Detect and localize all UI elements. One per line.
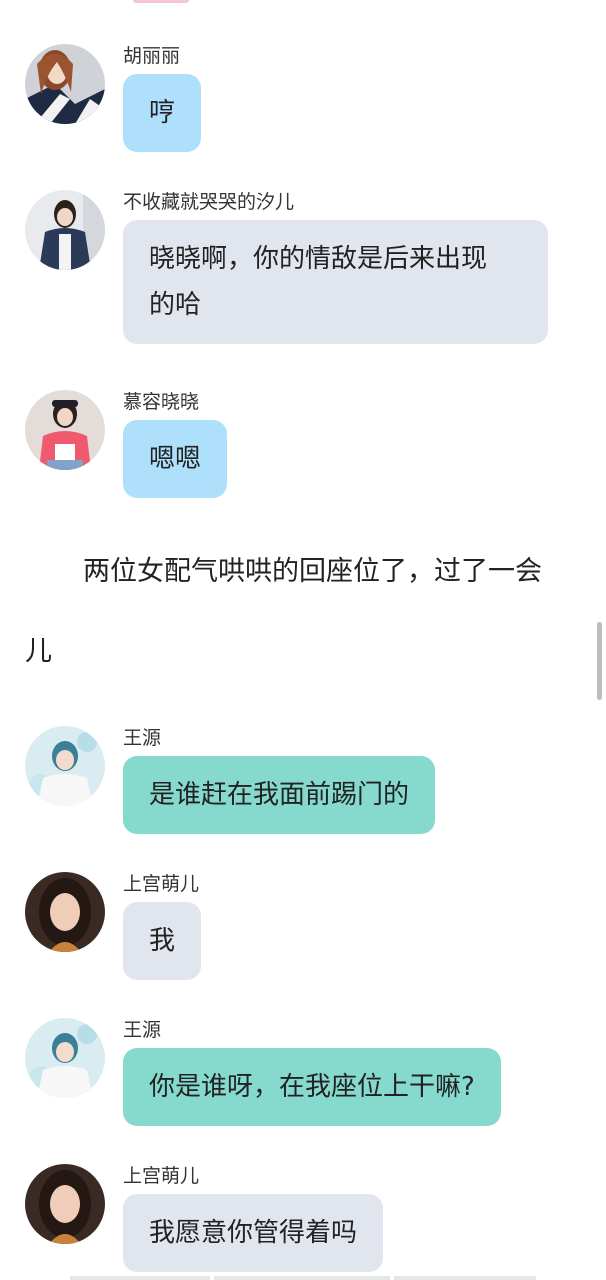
avatar[interactable] <box>25 726 105 806</box>
avatar-boy-icon <box>25 726 105 806</box>
avatar[interactable] <box>25 44 105 124</box>
avatar[interactable] <box>25 872 105 952</box>
message-bubble[interactable]: 你是谁呀，在我座位上干嘛? <box>123 1048 501 1126</box>
sender-name: 王源 <box>123 1019 162 1041</box>
avatar[interactable] <box>25 390 105 470</box>
scrollbar-thumb[interactable] <box>597 622 602 700</box>
avatar[interactable] <box>25 190 105 270</box>
avatar[interactable] <box>25 1164 105 1244</box>
bottom-toolbar-segment <box>70 1276 210 1280</box>
message-text: 是谁赶在我面前踢门的 <box>149 780 410 810</box>
avatar-girl-icon <box>25 1164 105 1244</box>
message-bubble[interactable]: 晓晓啊，你的情敌是后来出现 的哈 <box>123 220 548 344</box>
message-bubble[interactable]: 我愿意你管得着吗 <box>123 1194 384 1272</box>
previous-message-edge <box>133 0 189 3</box>
message-text: 我愿意你管得着吗 <box>149 1218 358 1248</box>
avatar-girl-icon <box>25 190 105 270</box>
narration-line: 两位女配气哄哄的回座位了，过了一会 <box>83 556 542 587</box>
sender-name: 上宫萌儿 <box>123 1165 200 1187</box>
sender-name: 慕容晓晓 <box>123 391 200 413</box>
narration-line: 儿 <box>25 636 52 667</box>
sender-name: 不收藏就哭哭的汐儿 <box>123 191 295 213</box>
avatar-boy-icon <box>25 1018 105 1098</box>
avatar[interactable] <box>25 1018 105 1098</box>
avatar-girl-icon <box>25 44 105 124</box>
sender-name: 胡丽丽 <box>123 45 181 67</box>
message-text: 哼 <box>149 98 176 128</box>
message-bubble[interactable]: 我 <box>123 902 202 980</box>
sender-name: 上宫萌儿 <box>123 873 200 895</box>
narration-text: 两位女配气哄哄的回座位了，过了一会 儿 <box>25 532 565 692</box>
message-text-line: 的哈 <box>149 290 202 320</box>
message-text: 我 <box>149 926 176 956</box>
message-bubble[interactable]: 嗯嗯 <box>123 420 228 498</box>
bottom-toolbar-segment <box>214 1276 390 1280</box>
message-text: 你是谁呀，在我座位上干嘛? <box>149 1072 475 1102</box>
sender-name: 王源 <box>123 727 162 749</box>
avatar-girl-icon <box>25 390 105 470</box>
message-text: 嗯嗯 <box>149 444 202 474</box>
message-bubble[interactable]: 是谁赶在我面前踢门的 <box>123 756 436 834</box>
message-bubble[interactable]: 哼 <box>123 74 202 152</box>
message-text-line: 晓晓啊，你的情敌是后来出现 <box>149 244 488 274</box>
bottom-toolbar-segment <box>394 1276 536 1280</box>
avatar-girl-icon <box>25 872 105 952</box>
